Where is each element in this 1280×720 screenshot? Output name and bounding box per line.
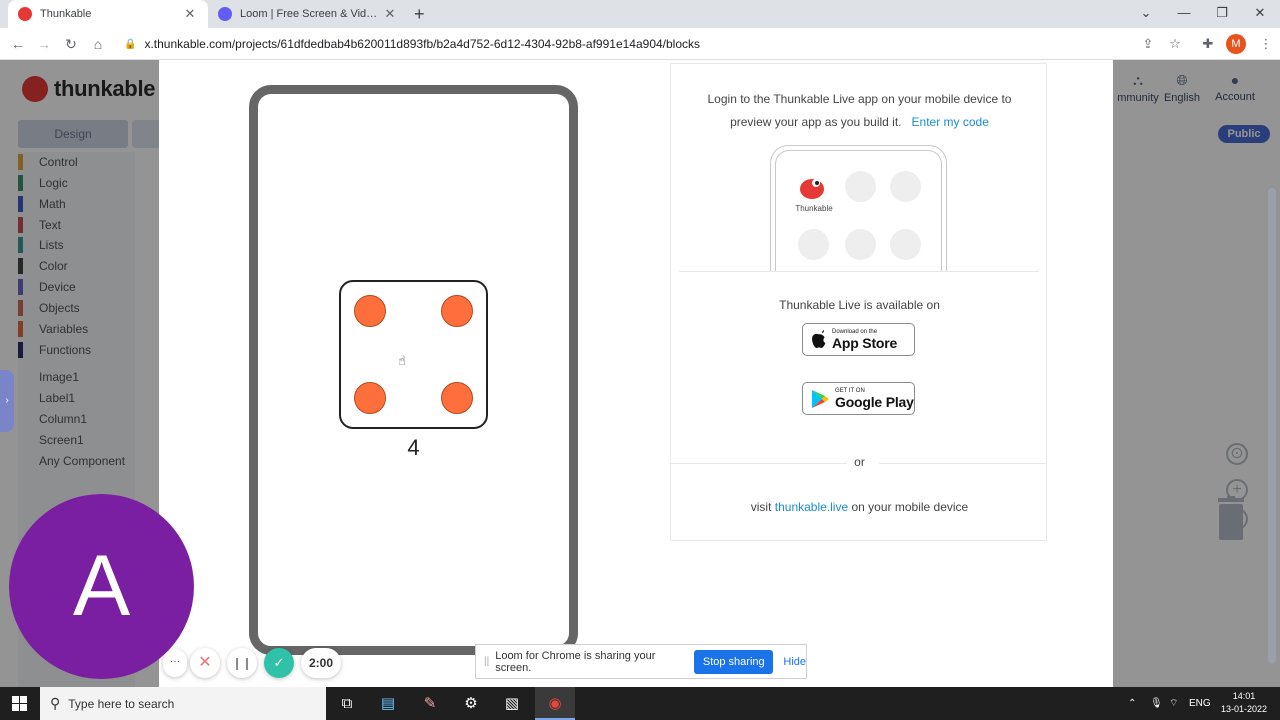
live-preview-modal: 4 ☝ Login to the Thunkable Live app on y… — [159, 60, 1113, 687]
reload-icon[interactable]: ↻ — [61, 34, 81, 54]
loom-pause-button[interactable]: ❙❙ — [227, 648, 257, 678]
lock-icon[interactable]: 🔒 — [124, 39, 136, 50]
dice-image[interactable] — [339, 280, 488, 429]
search-placeholder: Type here to search — [68, 696, 175, 711]
expand-panel-tab[interactable]: › — [0, 370, 14, 432]
google-play-icon — [812, 389, 829, 408]
thunkable-live-link[interactable]: thunkable.live — [775, 500, 848, 514]
screen-share-bar: || Loom for Chrome is sharing your scree… — [475, 644, 807, 679]
profile-avatar[interactable]: M — [1226, 34, 1246, 54]
chrome-app-icon[interactable]: ◉ — [535, 687, 575, 720]
google-play-button[interactable]: GET IT ON Google Play — [802, 382, 915, 415]
loom-timer: 2:00 — [301, 648, 341, 678]
loom-favicon — [218, 7, 232, 21]
home-icon[interactable]: ⌂ — [88, 34, 108, 54]
language-indicator[interactable]: ENG — [1189, 687, 1211, 720]
thunkable-favicon — [18, 7, 32, 21]
address-bar[interactable]: 🔒 x.thunkable.com/projects/61dfdedbab4b6… — [116, 32, 1166, 56]
search-icon: ⚲ — [50, 695, 61, 711]
app-store-big: App Store — [832, 334, 898, 351]
tab-thunkable[interactable]: Thunkable ✕ — [8, 0, 208, 28]
app-placeholder — [845, 171, 876, 202]
paint-app-icon[interactable]: ✎ — [410, 687, 450, 720]
divider — [879, 463, 1047, 464]
tab-search-icon[interactable]: ⌄ — [1127, 0, 1165, 28]
live-instructions: Login to the Thunkable Live app on your … — [671, 88, 1048, 134]
windows-taskbar: ⚲ Type here to search ⧉ ▤ ✎ ⚙ ▧ ◉ ⌃ 🎙︎ ⌔… — [0, 687, 1280, 720]
loom-finish-button[interactable]: ✓ — [264, 648, 294, 678]
tab-loom[interactable]: Loom | Free Screen & Video Recording Sof… — [208, 0, 408, 28]
mini-phone-illustration: Thunkable — [770, 145, 947, 272]
task-view-icon[interactable]: ⧉ — [327, 687, 367, 720]
thunkable-live-panel: Login to the Thunkable Live app on your … — [670, 63, 1047, 541]
visit-text: visit thunkable.live on your mobile devi… — [671, 500, 1048, 514]
scrollbar[interactable] — [1268, 188, 1276, 663]
google-play-text: GET IT ON Google Play — [835, 388, 914, 410]
url-text: x.thunkable.com/projects/61dfdedbab4b620… — [144, 37, 701, 51]
share-message: Loom for Chrome is sharing your screen. — [495, 649, 656, 674]
instruction-line-2: preview your app as you build it. Enter … — [671, 111, 1048, 134]
close-icon: ✕ — [198, 654, 212, 671]
dice-value-label: 4 — [407, 435, 420, 460]
availability-text: Thunkable Live is available on — [779, 298, 940, 312]
taskbar-search[interactable]: ⚲ Type here to search — [40, 687, 326, 720]
notepad-app-icon[interactable]: ▤ — [368, 687, 408, 720]
browser-tab-strip: Thunkable ✕ Loom | Free Screen & Video R… — [0, 0, 1280, 28]
dice-pip — [441, 382, 473, 414]
instruction-line-1: Login to the Thunkable Live app on your … — [707, 92, 1012, 106]
close-icon[interactable]: ✕ — [382, 6, 398, 22]
clock-date: 13-01-2022 — [1220, 704, 1268, 714]
tray-expand-icon[interactable]: ⌃ — [1128, 687, 1136, 720]
thunkable-app-icon — [800, 179, 824, 199]
drag-handle-icon[interactable]: || — [484, 656, 489, 667]
forward-icon[interactable]: → — [34, 34, 54, 54]
visit-suffix: on your mobile device — [851, 500, 969, 514]
taskbar-clock[interactable]: 14:01 13-01-2022 — [1216, 690, 1272, 716]
google-play-big: Google Play — [835, 393, 914, 410]
hide-button[interactable]: Hide — [783, 656, 806, 668]
new-tab-icon[interactable]: + — [414, 4, 425, 24]
enter-my-code-link[interactable]: Enter my code — [912, 115, 989, 129]
divider — [679, 271, 1039, 272]
app-placeholder — [845, 229, 876, 260]
instruction-line-2-text: preview your app as you build it. — [730, 115, 902, 129]
windows-start-icon[interactable] — [12, 696, 27, 711]
tab-title: Loom | Free Screen & Video Recording Sof… — [240, 8, 382, 20]
mini-app-label: Thunkable — [795, 204, 833, 213]
stop-sharing-button[interactable]: Stop sharing — [694, 649, 774, 674]
extensions-icon[interactable]: ✚ — [1198, 34, 1218, 54]
app-placeholder — [798, 229, 829, 260]
back-icon[interactable]: ← — [8, 34, 28, 54]
hand-cursor-icon: ☝ — [398, 353, 406, 368]
apple-icon — [812, 330, 826, 348]
check-icon: ✓ — [273, 655, 285, 670]
app-placeholder — [890, 229, 921, 260]
settings-app-icon[interactable]: ⚙ — [451, 687, 491, 720]
clock-time: 14:01 — [1232, 691, 1256, 701]
dice-pip — [354, 295, 386, 327]
close-icon[interactable]: ✕ — [182, 6, 198, 22]
window-close-icon[interactable]: ✕ — [1241, 0, 1279, 28]
pause-icon: ❙❙ — [231, 656, 253, 670]
share-icon[interactable]: ⇪ — [1138, 34, 1158, 54]
microphone-icon[interactable]: 🎙︎ — [1150, 687, 1163, 720]
minimize-icon[interactable]: — — [1165, 0, 1203, 28]
dice-pip — [441, 295, 473, 327]
photos-app-icon[interactable]: ▧ — [492, 687, 532, 720]
app-store-button[interactable]: Download on the App Store — [802, 323, 915, 356]
wifi-icon[interactable]: ⌔ — [1169, 687, 1178, 720]
visit-prefix: visit — [750, 500, 772, 514]
loom-cancel-button[interactable]: ✕ — [190, 648, 220, 678]
or-separator: or — [854, 455, 865, 469]
app-store-text: Download on the App Store — [832, 329, 897, 351]
tab-title: Thunkable — [40, 8, 92, 20]
browser-toolbar: ← → ↻ ⌂ 🔒 x.thunkable.com/projects/61dfd… — [0, 28, 1280, 60]
loom-more-button[interactable]: ··· — [163, 649, 187, 677]
app-placeholder — [890, 171, 921, 202]
maximize-icon[interactable]: ❐ — [1203, 0, 1241, 28]
menu-icon[interactable]: ⋮ — [1256, 34, 1276, 54]
bookmark-star-icon[interactable]: ☆ — [1165, 34, 1185, 54]
dice-pip — [354, 382, 386, 414]
